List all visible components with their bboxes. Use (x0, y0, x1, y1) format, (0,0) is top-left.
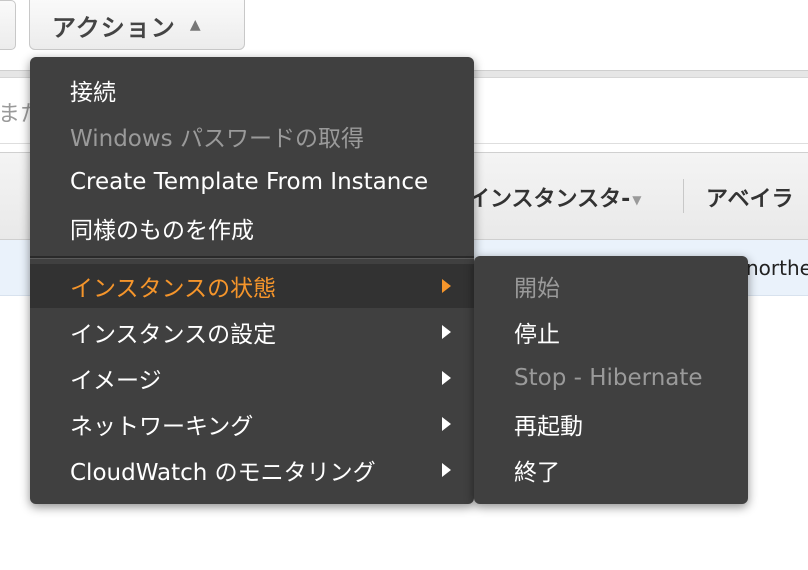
menu-item-label: ネットワーキング (70, 414, 254, 440)
menu-item-get-windows-password: Windows パスワードの取得 (30, 114, 474, 158)
submenu-item-label: 再起動 (514, 414, 583, 440)
menu-item-label: 接続 (70, 80, 116, 106)
instance-state-submenu: 開始 停止 Stop - Hibernate 再起動 終了 (474, 256, 748, 504)
submenu-item-label: 終了 (514, 460, 560, 486)
menu-item-label: CloudWatch のモニタリング (70, 460, 376, 486)
submenu-item-reboot[interactable]: 再起動 (474, 402, 748, 446)
menu-item-label: インスタンスの状態 (70, 276, 277, 302)
submenu-item-stop-hibernate: Stop - Hibernate (474, 356, 748, 400)
chevron-right-icon (442, 279, 451, 293)
submenu-item-label: 開始 (514, 276, 560, 302)
menu-item-connect[interactable]: 接続 (30, 68, 474, 112)
menu-item-image[interactable]: イメージ (30, 356, 474, 400)
menu-item-launch-more-like-this[interactable]: 同様のものを作成 (30, 206, 474, 250)
sort-down-icon[interactable]: ▼ (632, 193, 641, 207)
column-divider (683, 179, 684, 213)
submenu-item-label: 停止 (514, 322, 560, 348)
column-header-instance-state-label: インスタンスタ- (468, 187, 631, 212)
menu-item-instance-state[interactable]: インスタンスの状態 (30, 264, 474, 308)
toolbar: アクション ▲ (0, 0, 808, 56)
actions-button-label: アクション (52, 13, 176, 42)
chevron-right-icon (442, 417, 451, 431)
column-header-instance-state[interactable]: インスタンスタ- ▼ (468, 181, 642, 213)
actions-menu: 接続 Windows パスワードの取得 Create Template From… (30, 57, 474, 504)
menu-item-create-template[interactable]: Create Template From Instance (30, 160, 474, 204)
chevron-right-icon (442, 463, 451, 477)
menu-item-label: インスタンスの設定 (70, 322, 277, 348)
previous-button-edge[interactable] (0, 0, 16, 50)
column-header-availability-zone[interactable]: アベイラ (706, 181, 794, 213)
menu-item-label: Create Template From Instance (70, 169, 429, 195)
menu-item-label: Windows パスワードの取得 (70, 126, 364, 152)
submenu-item-terminate[interactable]: 終了 (474, 448, 748, 492)
menu-item-cloudwatch-monitoring[interactable]: CloudWatch のモニタリング (30, 448, 474, 492)
menu-separator (30, 256, 474, 259)
availability-zone-cell: northe (746, 256, 808, 280)
menu-item-instance-settings[interactable]: インスタンスの設定 (30, 310, 474, 354)
submenu-item-label: Stop - Hibernate (514, 365, 703, 391)
ec2-console-screen: アクション ▲ また インスタンスタ- ▼ アベイラ northe 接続 Wind… (0, 0, 808, 570)
submenu-item-start: 開始 (474, 264, 748, 308)
menu-item-label: 同様のものを作成 (70, 218, 254, 244)
chevron-right-icon (442, 371, 451, 385)
chevron-right-icon (442, 325, 451, 339)
menu-item-label: イメージ (70, 368, 162, 394)
actions-dropdown-button[interactable]: アクション ▲ (29, 0, 245, 50)
menu-item-networking[interactable]: ネットワーキング (30, 402, 474, 446)
caret-up-icon: ▲ (189, 17, 201, 33)
submenu-item-stop[interactable]: 停止 (474, 310, 748, 354)
